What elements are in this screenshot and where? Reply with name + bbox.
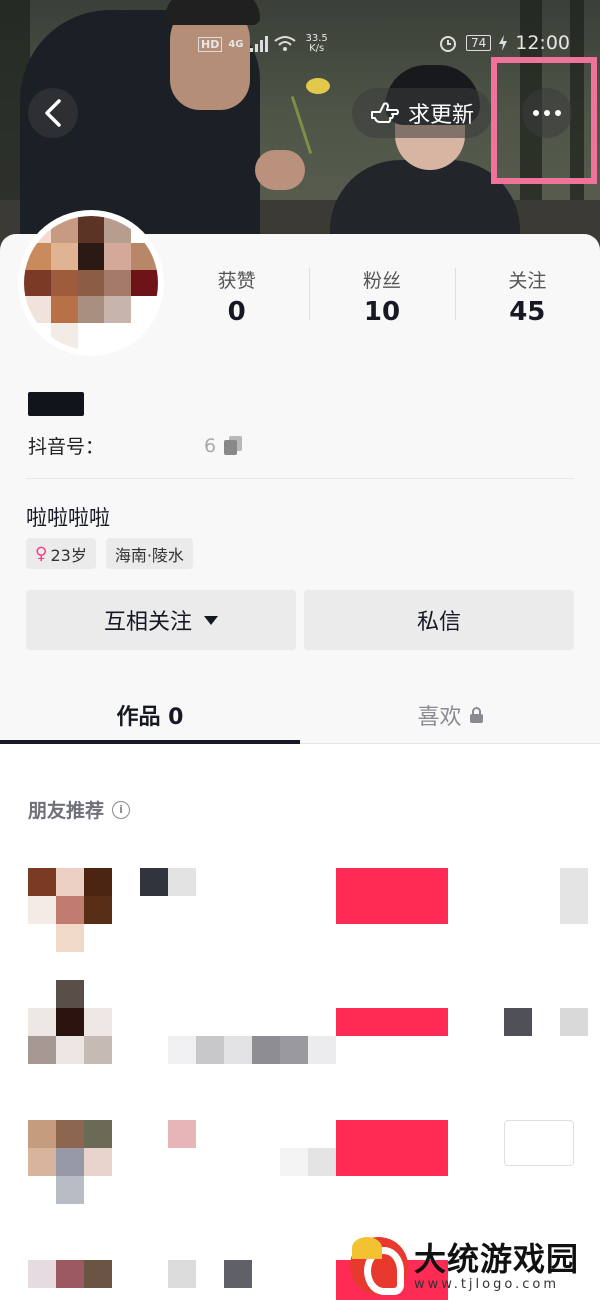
stat-followers[interactable]: 粉丝 10 — [309, 266, 454, 327]
signal-icon — [249, 36, 268, 52]
profile-card: 获赞 0 粉丝 10 关注 45 抖音号： 6 啦啦啦啦 ♀ 23岁 海南·陵水… — [0, 210, 600, 1300]
message-label: 私信 — [416, 610, 461, 635]
recommend-title-label: 朋友推荐 — [28, 800, 105, 822]
mutual-follow-label: 互相关注 — [103, 610, 192, 635]
profile-tags: ♀ 23岁 海南·陵水 — [26, 538, 193, 569]
user-name-redacted — [140, 868, 196, 896]
divider — [26, 478, 574, 479]
age-label: 23岁 — [50, 545, 87, 565]
tab-works[interactable]: 作品 0 — [0, 686, 300, 744]
nickname-redacted — [28, 392, 84, 416]
urge-update-button[interactable]: 求更新 — [352, 88, 492, 138]
chevron-left-icon — [45, 99, 61, 127]
stat-label: 关注 — [508, 270, 547, 292]
clock: 12:00 — [515, 32, 570, 54]
alarm-icon — [439, 36, 456, 52]
user-info-redacted — [280, 1148, 336, 1176]
lock-icon — [469, 706, 483, 723]
age-tag: ♀ 23岁 — [26, 538, 96, 569]
avatar[interactable] — [28, 980, 112, 1064]
douyin-id-label: 抖音号： — [28, 436, 105, 458]
location-tag: 海南·陵水 — [105, 538, 193, 569]
dismiss-button[interactable] — [504, 1120, 574, 1166]
tab-works-label: 作品 0 — [116, 704, 184, 730]
dismiss-button[interactable] — [560, 868, 588, 924]
caret-down-icon — [204, 615, 218, 625]
tab-likes[interactable]: 喜欢 — [300, 686, 600, 743]
stat-value: 10 — [363, 297, 401, 327]
profile-actions: 互相关注 私信 — [26, 590, 574, 650]
charging-icon — [499, 35, 508, 51]
user-name-redacted — [140, 1260, 252, 1288]
follow-button[interactable] — [336, 1120, 448, 1176]
female-icon: ♀ — [35, 543, 48, 564]
back-button[interactable] — [28, 88, 78, 138]
tab-likes-label: 喜欢 — [417, 704, 462, 730]
profile-stats: 获赞 0 粉丝 10 关注 45 — [164, 266, 600, 327]
follow-button[interactable] — [336, 868, 448, 924]
friend-recommendations: 朋友推荐 i — [0, 744, 600, 1300]
net-speed: 33.5 K/s — [305, 33, 328, 54]
battery-indicator: 74 — [465, 35, 492, 51]
avatar[interactable] — [18, 210, 164, 356]
stat-following[interactable]: 关注 45 — [454, 266, 600, 327]
follow-button[interactable] — [336, 1008, 448, 1036]
stat-value: 45 — [509, 297, 546, 327]
recommend-title: 朋友推荐 i — [28, 796, 131, 823]
bio: 啦啦啦啦 — [26, 506, 110, 530]
watermark-logo-icon — [350, 1237, 408, 1295]
hd-indicator: HD — [198, 36, 223, 52]
profile-tabs: 作品 0 喜欢 — [0, 686, 600, 744]
dismiss-button[interactable] — [504, 1008, 532, 1036]
avatar[interactable] — [28, 1260, 112, 1300]
mutual-follow-button[interactable]: 互相关注 — [26, 590, 296, 650]
urge-update-label: 求更新 — [407, 103, 474, 128]
stat-label: 获赞 — [217, 270, 256, 292]
copy-icon[interactable] — [224, 435, 244, 456]
list-item[interactable] — [0, 1120, 600, 1210]
avatar-image — [24, 216, 158, 350]
info-icon[interactable]: i — [112, 800, 131, 819]
watermark-url: www.tjlogo.com — [414, 1276, 559, 1292]
location-label: 海南·陵水 — [114, 545, 184, 565]
avatar[interactable] — [28, 868, 112, 952]
stat-likes[interactable]: 获赞 0 — [164, 266, 309, 327]
stat-label: 粉丝 — [362, 270, 401, 292]
watermark-title: 大统游戏园 — [414, 1239, 580, 1278]
user-info-redacted — [168, 1036, 336, 1064]
user-name-redacted — [140, 1120, 196, 1148]
douyin-id-tail: 6 — [204, 434, 217, 457]
wifi-icon — [273, 36, 296, 51]
stat-value: 0 — [227, 297, 246, 327]
douyin-id: 抖音号： 6 — [28, 432, 244, 459]
network-type: 4G — [228, 38, 244, 50]
more-indicator — [560, 1008, 588, 1036]
more-options-button[interactable] — [522, 88, 572, 138]
pointing-hand-icon — [370, 102, 399, 123]
douyin-id-redacted — [104, 435, 205, 456]
watermark: 大统游戏园 www.tjlogo.com — [350, 1232, 600, 1300]
message-button[interactable]: 私信 — [304, 590, 574, 650]
status-bar: HD 4G 33.5 K/s 74 12:00 — [0, 28, 600, 62]
more-dots-icon — [533, 110, 539, 116]
list-item[interactable] — [0, 868, 600, 958]
list-item[interactable] — [0, 980, 600, 1070]
avatar[interactable] — [28, 1120, 112, 1204]
